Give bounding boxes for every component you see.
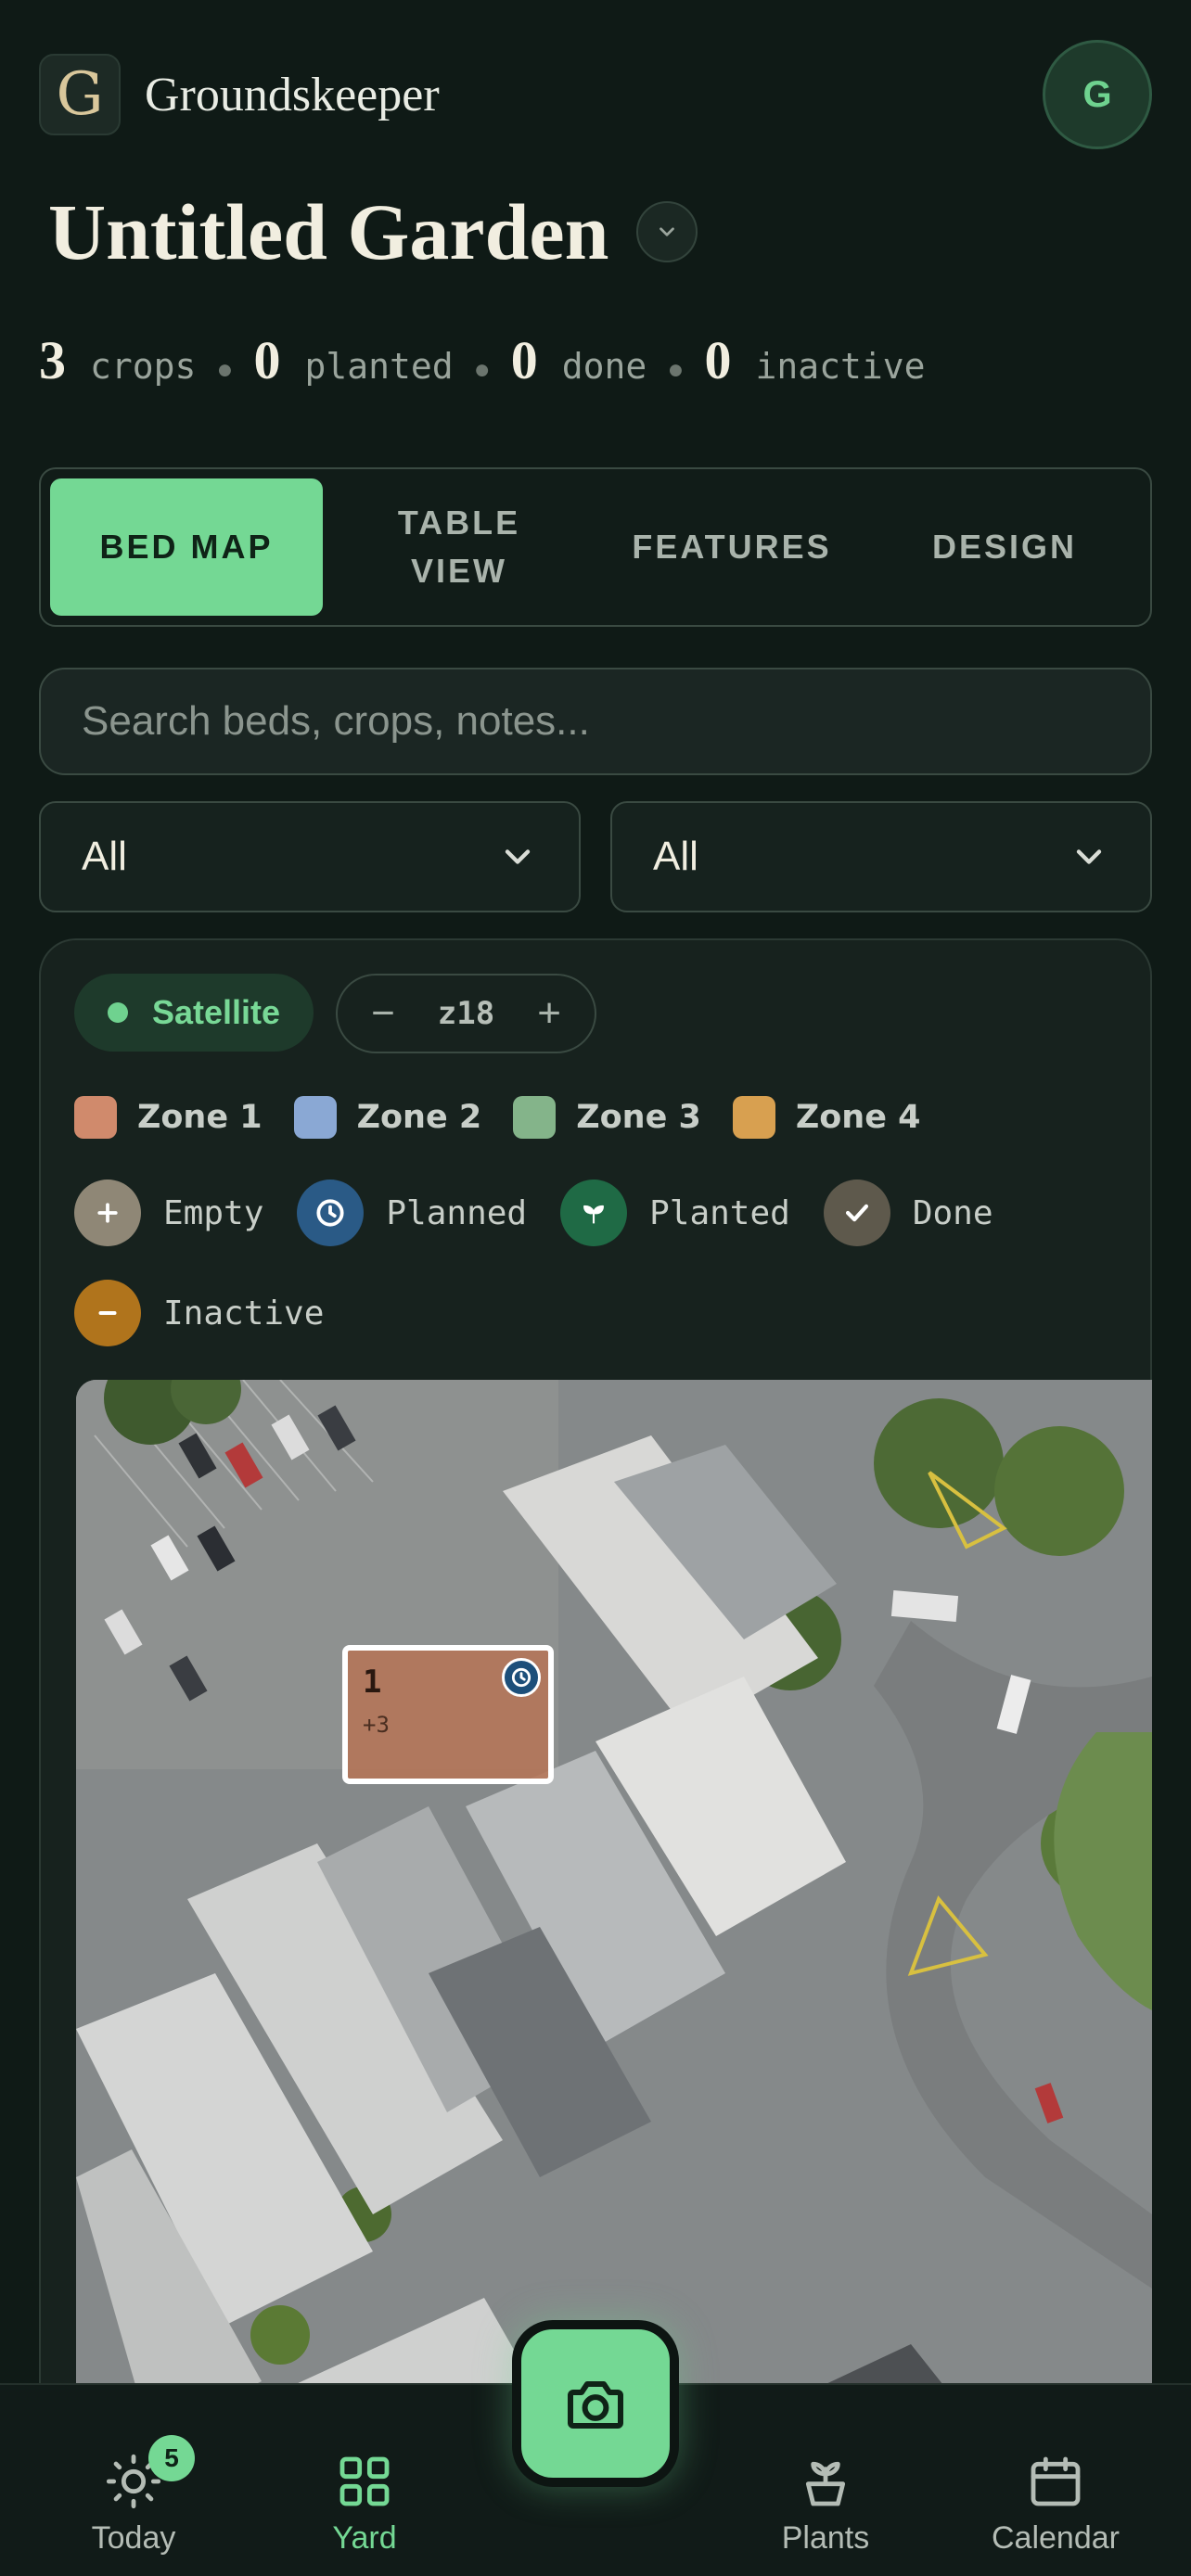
- nav-plants[interactable]: Plants: [733, 2441, 918, 2557]
- stat-planted-label: planted: [304, 346, 454, 387]
- zone-2-chip[interactable]: Zone 2: [293, 1096, 482, 1139]
- chevron-down-icon: [660, 227, 675, 236]
- status-filter-select[interactable]: All: [610, 801, 1152, 912]
- separator-dot: ●: [473, 354, 491, 385]
- nav-yard-label: Yard: [332, 2520, 397, 2556]
- app-name: Groundskeeper: [145, 68, 440, 121]
- nav-calendar[interactable]: Calendar: [963, 2441, 1148, 2557]
- stat-done-label: done: [561, 346, 647, 387]
- search-input[interactable]: Search beds, crops, notes...: [39, 668, 1152, 775]
- nav-today-label: Today: [91, 2520, 176, 2556]
- page-title: Untitled Garden: [48, 187, 609, 276]
- tab-design[interactable]: DESIGN: [868, 478, 1141, 616]
- stat-done-count: 0: [510, 330, 538, 390]
- title-row: Untitled Garden: [48, 185, 698, 278]
- zone-swatch: [513, 1096, 557, 1139]
- camera-icon: [568, 2381, 623, 2429]
- select-value: All: [82, 834, 127, 879]
- legend-label: Planned: [386, 1193, 528, 1232]
- chevron-down-icon: [1076, 849, 1102, 864]
- garden-switcher-button[interactable]: [636, 201, 698, 262]
- logo-letter: G: [56, 60, 104, 129]
- legend-label: Done: [912, 1193, 993, 1232]
- app-header: G Groundskeeper G: [39, 39, 1152, 150]
- status-legend-row-2: Inactive: [74, 1280, 324, 1346]
- zone-swatch: [293, 1096, 337, 1139]
- sprout-icon: [560, 1180, 628, 1246]
- legend-label: Empty: [163, 1193, 264, 1232]
- tab-bed-map[interactable]: BED MAP: [50, 478, 323, 616]
- check-icon: [823, 1180, 890, 1246]
- legend-done: Done: [823, 1180, 993, 1246]
- status-legend: Empty Planned Planted Done: [74, 1180, 993, 1246]
- zoom-control: − z18 +: [336, 974, 596, 1053]
- view-tabs: BED MAP TABLE VIEW FEATURES DESIGN: [39, 467, 1152, 627]
- satellite-label: Satellite: [152, 993, 281, 1031]
- nav-yard[interactable]: Yard: [272, 2441, 457, 2557]
- zone-1-chip[interactable]: Zone 1: [74, 1096, 263, 1139]
- tab-table-view[interactable]: TABLE VIEW: [323, 478, 596, 616]
- legend-planned: Planned: [297, 1180, 527, 1246]
- legend-inactive: Inactive: [74, 1280, 324, 1346]
- avatar[interactable]: G: [1043, 40, 1152, 149]
- zone-swatch: [732, 1096, 775, 1139]
- tab-features[interactable]: FEATURES: [596, 478, 868, 616]
- zone-4-chip[interactable]: Zone 4: [732, 1096, 921, 1139]
- zone-3-chip[interactable]: Zone 3: [513, 1096, 701, 1139]
- separator-dot: ●: [667, 354, 685, 385]
- stat-crops-label: crops: [90, 346, 197, 387]
- separator-dot: ●: [216, 354, 234, 385]
- bed-extra-crops: +3: [363, 1712, 390, 1738]
- zone-label: Zone 2: [356, 1099, 482, 1136]
- minus-icon: [74, 1280, 141, 1346]
- zone-label: Zone 4: [795, 1099, 921, 1136]
- potted-plant-icon: [733, 2441, 918, 2511]
- legend-label: Inactive: [163, 1294, 325, 1333]
- zone-swatch: [74, 1096, 117, 1139]
- clock-icon: [502, 1658, 541, 1697]
- stat-crops-count: 3: [39, 330, 66, 390]
- zoom-level: z18: [437, 995, 495, 1032]
- zoom-out-button[interactable]: −: [371, 990, 395, 1037]
- garden-bed-1[interactable]: 1 +3: [342, 1645, 554, 1784]
- calendar-icon: [963, 2441, 1148, 2511]
- zone-label: Zone 1: [137, 1099, 263, 1136]
- app-logo: G: [39, 54, 121, 135]
- stat-inactive-count: 0: [704, 330, 732, 390]
- nav-calendar-label: Calendar: [992, 2520, 1120, 2556]
- nav-today[interactable]: 5 Today: [41, 2435, 226, 2557]
- zone-filter-select[interactable]: All: [39, 801, 581, 912]
- legend-planted: Planted: [560, 1180, 790, 1246]
- garden-stats: 3 crops ● 0 planted ● 0 done ● 0 inactiv…: [39, 329, 925, 391]
- nav-plants-label: Plants: [781, 2520, 870, 2556]
- plus-icon: [74, 1180, 141, 1246]
- camera-button[interactable]: [512, 2320, 679, 2487]
- chevron-down-icon: [505, 849, 531, 864]
- stat-planted-count: 0: [253, 330, 281, 390]
- status-dot-icon: [108, 1002, 128, 1023]
- zoom-in-button[interactable]: +: [537, 990, 561, 1037]
- select-value: All: [653, 834, 698, 879]
- grid-icon: [272, 2441, 457, 2511]
- zone-label: Zone 3: [576, 1099, 701, 1136]
- sun-icon: [41, 2441, 226, 2511]
- zone-legend: Zone 1 Zone 2 Zone 3 Zone 4: [74, 1096, 921, 1139]
- satellite-toggle[interactable]: Satellite: [74, 974, 314, 1052]
- map-controls: Satellite − z18 +: [74, 974, 596, 1053]
- legend-empty: Empty: [74, 1180, 263, 1246]
- legend-label: Planted: [649, 1193, 790, 1232]
- bed-number: 1: [363, 1664, 382, 1701]
- stat-inactive-label: inactive: [755, 346, 926, 387]
- clock-icon: [297, 1180, 365, 1246]
- today-badge: 5: [148, 2435, 195, 2481]
- filter-row: All All: [39, 801, 1152, 912]
